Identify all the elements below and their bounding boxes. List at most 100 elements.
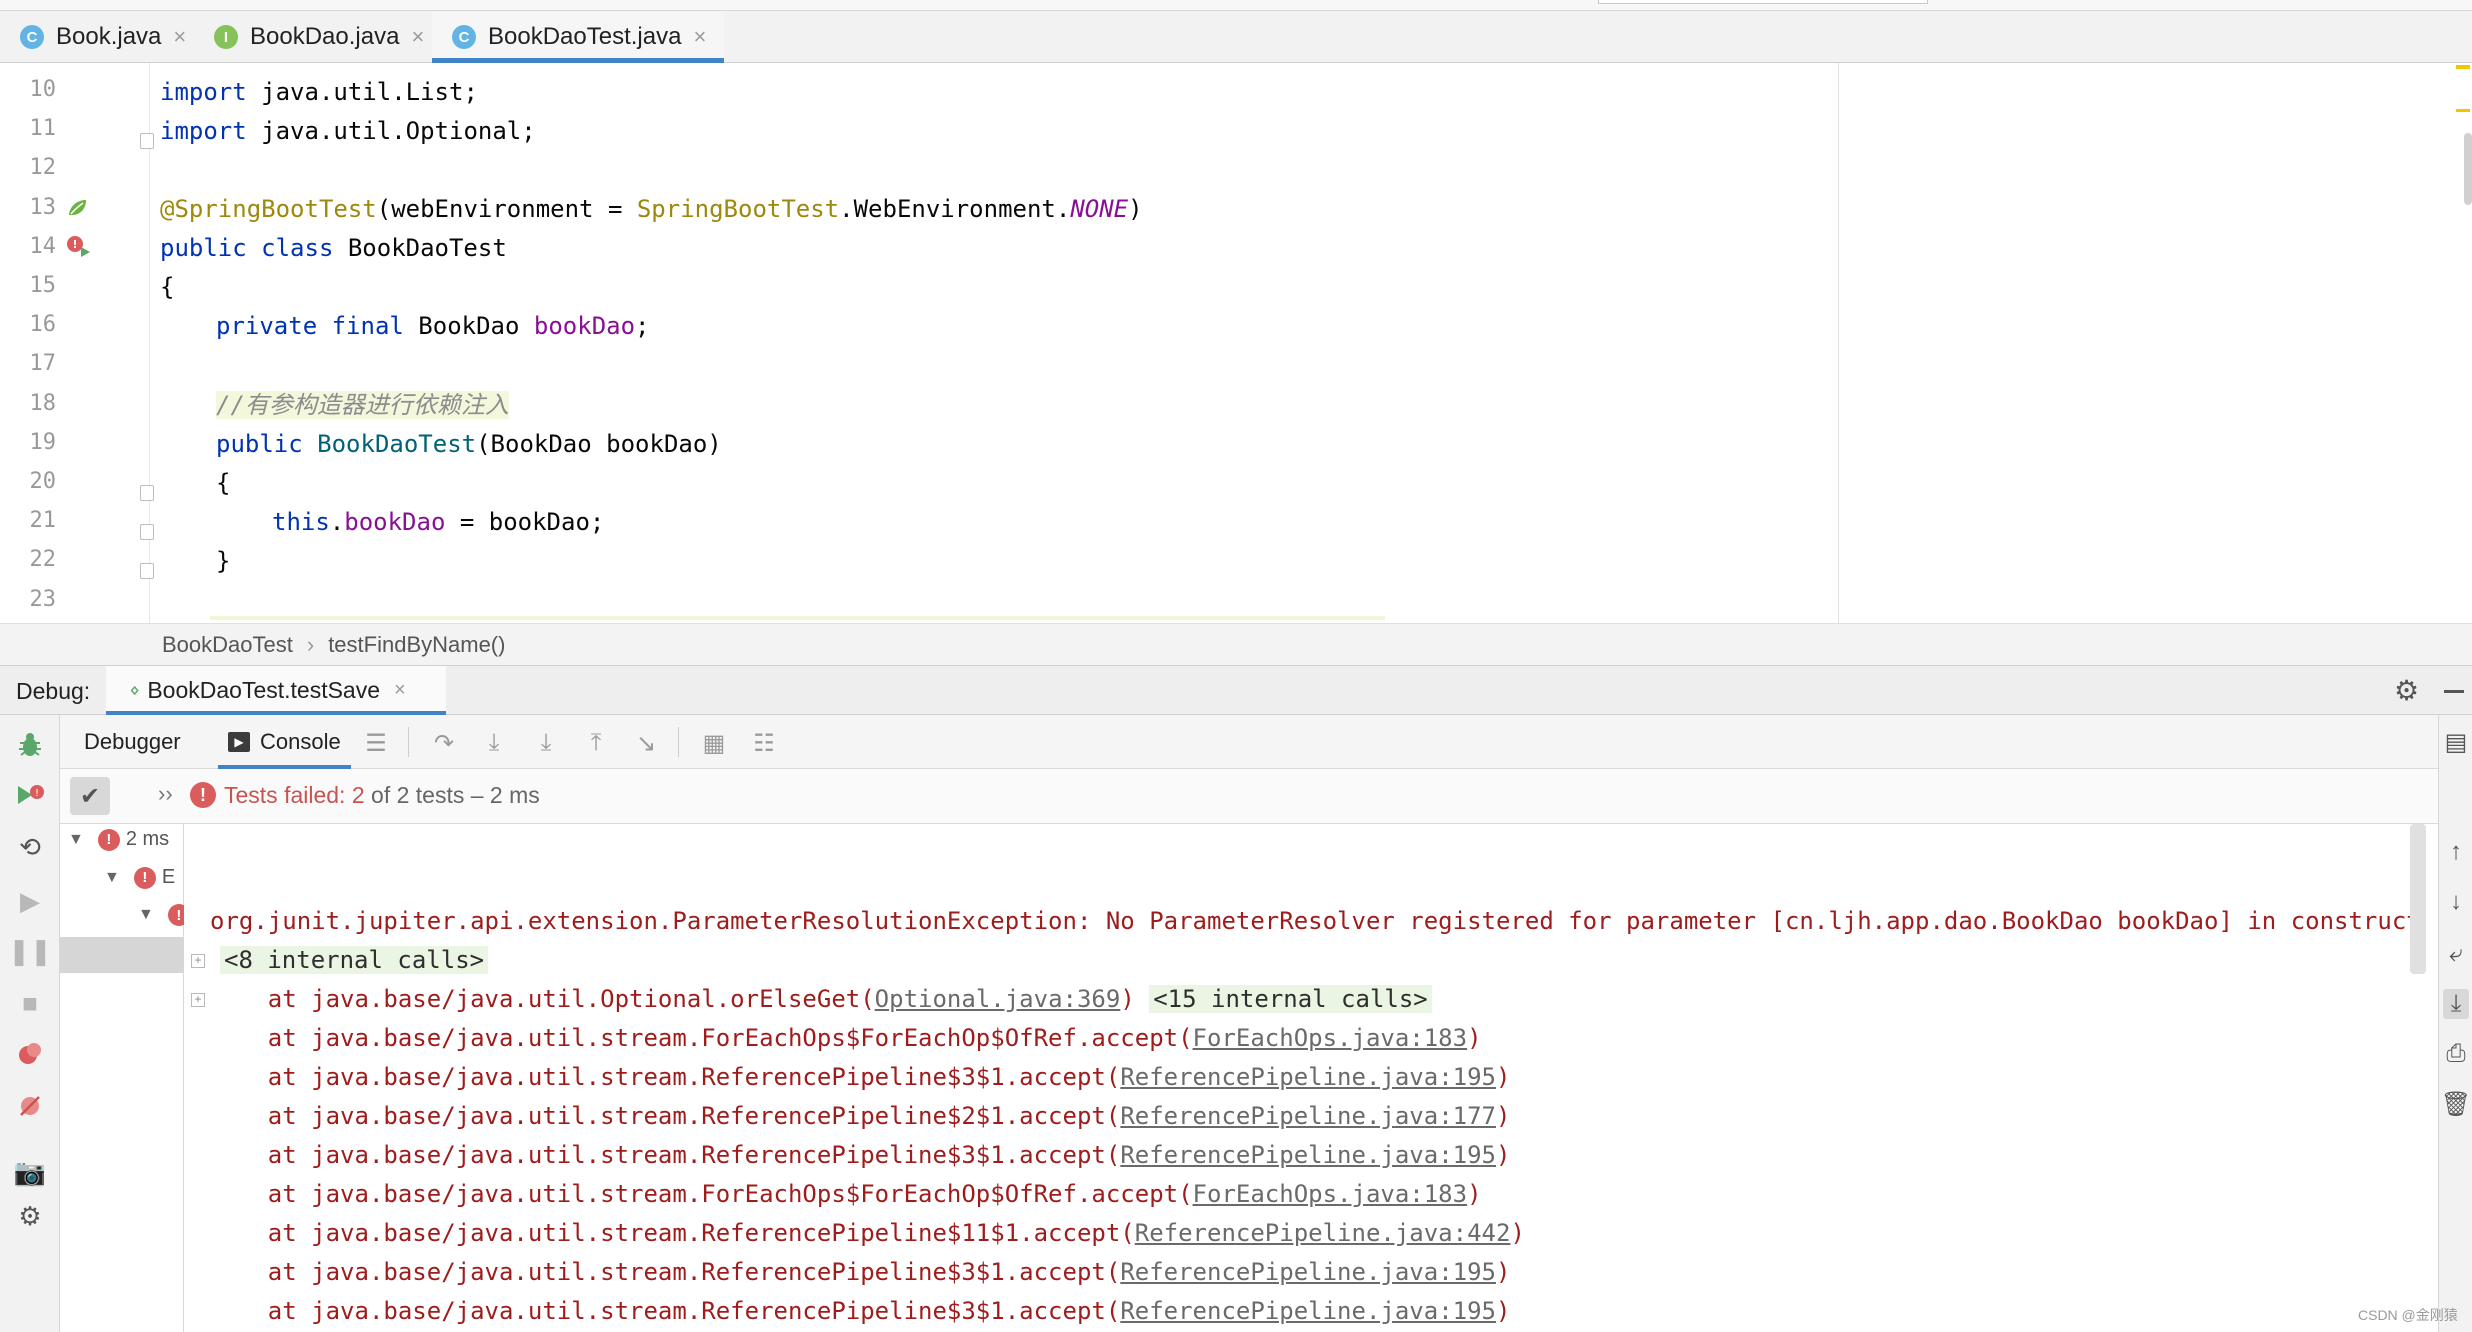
- restart-icon[interactable]: ⟲: [14, 831, 46, 863]
- error-icon: !: [190, 782, 216, 808]
- tree-root[interactable]: ▼ ! 2 ms: [68, 828, 169, 851]
- internal-calls-line[interactable]: <8 internal calls>: [220, 941, 489, 980]
- editor-tab-bar: C Book.java × I BookDao.java × C BookDao…: [0, 0, 2472, 63]
- chevron-icon[interactable]: ››: [158, 781, 173, 807]
- collapse-icon[interactable]: ▼: [104, 869, 120, 887]
- frame-text: at java.base/java.util.stream.ReferenceP…: [210, 1063, 1121, 1091]
- gear-icon[interactable]: ⚙: [2394, 674, 2419, 707]
- check-icon[interactable]: ✔: [70, 777, 110, 815]
- line-highlight: [210, 616, 1385, 620]
- class-icon: C: [452, 25, 476, 49]
- frame-text: at java.base/java.util.stream.ReferenceP…: [210, 1258, 1121, 1286]
- view-breakpoints-icon[interactable]: [14, 1038, 46, 1070]
- error-stripe-marker[interactable]: [2456, 65, 2470, 69]
- internal-calls-fold[interactable]: <8 internal calls>: [220, 946, 489, 974]
- arrow-up-icon[interactable]: ↑: [2443, 837, 2469, 867]
- camera-icon[interactable]: 📷: [14, 1156, 46, 1188]
- trash-icon[interactable]: 🗑: [2441, 1089, 2471, 1119]
- fold-marker[interactable]: [140, 563, 154, 579]
- close-icon[interactable]: ×: [693, 24, 706, 50]
- run-test-icon[interactable]: !: [66, 235, 92, 264]
- print-icon[interactable]: ⎙: [2443, 1039, 2469, 1069]
- fold-marker[interactable]: [140, 485, 154, 501]
- run-to-cursor-icon[interactable]: ↘: [632, 729, 660, 757]
- code-comment: //有参构造器进行依赖注入: [216, 391, 509, 419]
- step-out-icon[interactable]: ⤒: [582, 729, 610, 757]
- top-search-field[interactable]: [1598, 0, 1928, 4]
- collapse-icon[interactable]: ▼: [138, 906, 154, 924]
- source-link[interactable]: ForEachOps.java:183: [1193, 1180, 1468, 1208]
- bug-icon[interactable]: [14, 729, 46, 761]
- pause-icon[interactable]: ❚❚: [8, 935, 52, 967]
- collapse-icon[interactable]: ▼: [68, 831, 84, 849]
- layout-icon[interactable]: ▤: [2443, 727, 2469, 757]
- source-link[interactable]: ReferencePipeline.java:195: [1120, 1063, 1496, 1091]
- editor-gutter[interactable]: 10 11 12 13 14 15 16 17 18 19 20 21 22 2…: [0, 63, 154, 623]
- tree-selected-row[interactable]: [60, 937, 184, 973]
- line-number: 19: [29, 430, 57, 455]
- frame-text: ): [1120, 985, 1150, 1013]
- debug-session-label: BookDaoTest.testSave: [147, 677, 381, 703]
- source-link[interactable]: Optional.java:369: [875, 985, 1121, 1013]
- test-config-icon: ‹›: [130, 679, 140, 701]
- line-number: 22: [29, 547, 57, 572]
- mute-breakpoints-icon[interactable]: [14, 1090, 46, 1122]
- resume-icon[interactable]: ▶: [14, 885, 46, 917]
- expand-icon[interactable]: +: [191, 993, 205, 1007]
- tab-bookdaotest-java[interactable]: C BookDaoTest.java ×: [432, 12, 725, 63]
- force-step-into-icon[interactable]: ⤓: [532, 729, 560, 757]
- step-into-icon[interactable]: ⤓: [480, 729, 508, 757]
- breadcrumb-method[interactable]: testFindByName(): [328, 632, 505, 658]
- tab-console[interactable]: ▶ Console: [218, 715, 351, 769]
- step-over-icon[interactable]: ↷: [430, 729, 458, 757]
- close-icon[interactable]: ×: [394, 679, 406, 702]
- stop-icon[interactable]: ■: [14, 987, 46, 1019]
- debug-left-toolbar: ! ⟲ ▶ ❚❚ ■ 📷 ⚙: [0, 715, 60, 1332]
- tab-bookdao-java[interactable]: I BookDao.java ×: [194, 12, 424, 62]
- arrow-down-icon[interactable]: ↓: [2443, 887, 2469, 917]
- debug-session-tab[interactable]: ‹› BookDaoTest.testSave ×: [106, 666, 446, 715]
- console-icon: ▶: [228, 732, 250, 752]
- code-area[interactable]: import java.util.List; import java.util.…: [160, 63, 1840, 623]
- source-link[interactable]: ForEachOps.java:183: [1193, 1024, 1468, 1052]
- soft-wrap-icon[interactable]: ⤶: [2443, 939, 2469, 969]
- constructor-name: BookDaoTest: [317, 430, 477, 458]
- tree-child[interactable]: ▼ ! E: [104, 866, 175, 889]
- breadcrumb-class[interactable]: BookDaoTest: [162, 632, 293, 658]
- tab-label: BookDaoTest.java: [488, 23, 682, 50]
- expand-icon[interactable]: +: [191, 954, 205, 968]
- source-link[interactable]: ReferencePipeline.java:442: [1135, 1219, 1511, 1247]
- close-icon[interactable]: ×: [173, 24, 186, 50]
- editor-scrollbar[interactable]: [2464, 133, 2472, 205]
- frame-text: at java.base/java.util.Optional.orElseGe…: [210, 985, 875, 1013]
- test-tree[interactable]: ▼ ! 2 ms ▼ ! E ▼ !: [60, 824, 190, 1332]
- console-output[interactable]: org.junit.jupiter.api.extension.Paramete…: [184, 824, 2412, 1332]
- tab-book-java[interactable]: C Book.java ×: [0, 12, 186, 62]
- rerun-failed-icon[interactable]: !: [14, 779, 46, 811]
- settings-icon[interactable]: ⚙: [14, 1200, 46, 1232]
- scroll-to-end-icon[interactable]: ⤓: [2443, 989, 2469, 1019]
- code-editor[interactable]: 10 11 12 13 14 15 16 17 18 19 20 21 22 2…: [0, 63, 2472, 623]
- menu-icon[interactable]: ☰: [362, 729, 390, 757]
- line-number: 21: [29, 508, 57, 533]
- fold-marker[interactable]: [140, 524, 154, 540]
- console-scrollbar[interactable]: [2410, 824, 2426, 974]
- code-text: (BookDao bookDao): [476, 430, 722, 458]
- source-link[interactable]: ReferencePipeline.java:195: [1120, 1258, 1496, 1286]
- line-number: 15: [29, 273, 57, 298]
- close-icon[interactable]: ×: [411, 24, 424, 50]
- source-link[interactable]: ReferencePipeline.java:195: [1120, 1141, 1496, 1169]
- tab-debugger[interactable]: Debugger: [84, 715, 181, 769]
- fold-marker[interactable]: [140, 133, 154, 149]
- code-line-22: }: [216, 547, 231, 575]
- evaluate-icon[interactable]: ▦: [700, 729, 728, 757]
- stack-frame: at java.base/java.util.stream.ReferenceP…: [210, 1292, 1511, 1331]
- tests-failed-text: Tests failed: 2: [224, 782, 365, 808]
- minimize-icon[interactable]: [2444, 690, 2464, 693]
- source-link[interactable]: ReferencePipeline.java:177: [1120, 1102, 1496, 1130]
- spring-bean-icon[interactable]: [66, 197, 88, 224]
- error-stripe-marker[interactable]: [2456, 109, 2470, 112]
- internal-calls-fold[interactable]: <15 internal calls>: [1149, 985, 1432, 1013]
- source-link[interactable]: ReferencePipeline.java:195: [1120, 1297, 1496, 1325]
- trace-icon[interactable]: ☷: [750, 729, 778, 757]
